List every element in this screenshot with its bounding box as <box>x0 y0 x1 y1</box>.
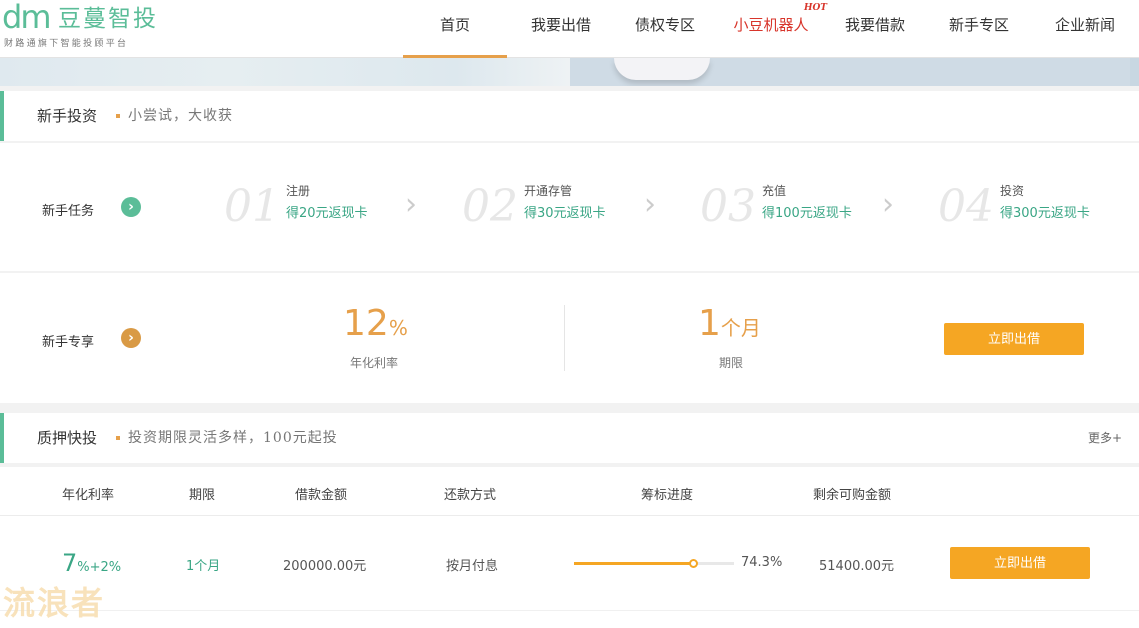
newbie-exclusive-label: 新手专享 <box>42 335 95 350</box>
row-progress-text: 74.3% <box>741 555 783 570</box>
divider <box>564 305 565 371</box>
row-lend-button[interactable]: 立即出借 <box>950 547 1090 579</box>
hot-badge: HOT <box>803 3 827 13</box>
logo-name: 豆蔓智投 <box>58 6 158 32</box>
table-header-progress: 筹标进度 <box>641 488 694 503</box>
progress-bar <box>574 559 734 568</box>
step-name: 开通存管 <box>524 184 573 198</box>
nav-item-lend[interactable]: 我要出借 <box>511 0 611 58</box>
step-number: 03 <box>700 181 756 232</box>
step-reward: 得30元返现卡 <box>524 206 606 221</box>
row-rate-value: 7 <box>62 549 78 577</box>
newbie-tasks-label: 新手任务 <box>42 204 95 219</box>
banner-device-image <box>614 58 710 80</box>
newbie-term-caption: 期限 <box>719 356 744 370</box>
table-header-amount: 借款金额 <box>295 488 348 503</box>
step-number: 01 <box>224 181 280 232</box>
divider <box>0 515 1139 516</box>
pledge-section-header: 质押快投 投资期限灵活多样，100元起投 更多+ <box>0 413 1139 463</box>
newbie-rate: 12% <box>343 304 408 348</box>
table-header-remaining: 剩余可购金额 <box>813 488 892 503</box>
table-header-term: 期限 <box>189 488 216 503</box>
site-header: dm 豆蔓智投 财路通旗下智能投顾平台 首页 我要出借 债权专区 小豆机器人 H… <box>0 0 1139 58</box>
nav-item-home[interactable]: 首页 <box>403 0 507 58</box>
nav-item-borrow[interactable]: 我要借款 <box>825 0 925 58</box>
logo-slogan: 财路通旗下智能投顾平台 <box>4 39 129 49</box>
logo[interactable]: dm 豆蔓智投 财路通旗下智能投顾平台 <box>2 0 177 52</box>
table-header-rate: 年化利率 <box>62 488 115 503</box>
row-rate: 7%+2% <box>62 549 121 577</box>
nav-item-news[interactable]: 企业新闻 <box>1035 0 1135 58</box>
newbie-rate-caption: 年化利率 <box>350 356 399 370</box>
step-name: 投资 <box>1000 184 1025 198</box>
progress-handle <box>688 559 698 568</box>
banner[interactable] <box>0 58 1139 86</box>
step-name: 注册 <box>286 184 311 198</box>
chevron-right-icon[interactable]: › <box>121 197 141 217</box>
row-remaining: 51400.00元 <box>819 559 895 574</box>
chevron-right-icon[interactable]: › <box>121 328 141 348</box>
pledge-title: 质押快投 <box>37 429 98 447</box>
row-amount: 200000.00元 <box>283 559 367 574</box>
chevron-right-icon: › <box>882 187 894 222</box>
step-name: 充值 <box>762 184 787 198</box>
watermark: 流浪者 <box>3 584 106 622</box>
newbie-term-value: 1 <box>698 303 721 344</box>
newbie-subtitle: 小尝试，大收获 <box>116 91 233 141</box>
logo-mark: dm <box>2 0 52 36</box>
nav-item-debt[interactable]: 债权专区 <box>615 0 715 58</box>
divider <box>0 610 1139 611</box>
pledge-subtitle: 投资期限灵活多样，100元起投 <box>116 413 338 463</box>
newbie-rate-value: 12 <box>343 303 389 344</box>
newbie-title: 新手投资 <box>37 107 98 125</box>
newbie-term: 1个月 <box>698 304 761 348</box>
newbie-lend-button[interactable]: 立即出借 <box>944 323 1084 355</box>
more-link[interactable]: 更多+ <box>1088 413 1122 463</box>
progress-fill <box>574 562 693 565</box>
chevron-right-icon: › <box>644 187 656 222</box>
step-reward: 得20元返现卡 <box>286 206 368 221</box>
nav-item-robot[interactable]: 小豆机器人 HOT <box>721 0 827 58</box>
step-number: 02 <box>462 181 518 232</box>
nav-item-robot-label: 小豆机器人 <box>733 16 809 34</box>
nav-item-newbie[interactable]: 新手专区 <box>929 0 1029 58</box>
step-reward: 得300元返现卡 <box>1000 206 1090 221</box>
row-repayment: 按月付息 <box>446 559 499 574</box>
newbie-section-header: 新手投资 小尝试，大收获 <box>0 91 1139 141</box>
chevron-right-icon: › <box>405 187 417 222</box>
newbie-rate-unit: % <box>388 316 408 340</box>
row-rate-extra: %+2% <box>77 560 122 575</box>
step-number: 04 <box>938 181 994 232</box>
row-term: 1个月 <box>186 559 221 574</box>
table-header-repayment: 还款方式 <box>444 488 497 503</box>
newbie-term-unit: 个月 <box>720 316 761 340</box>
step-reward: 得100元返现卡 <box>762 206 852 221</box>
